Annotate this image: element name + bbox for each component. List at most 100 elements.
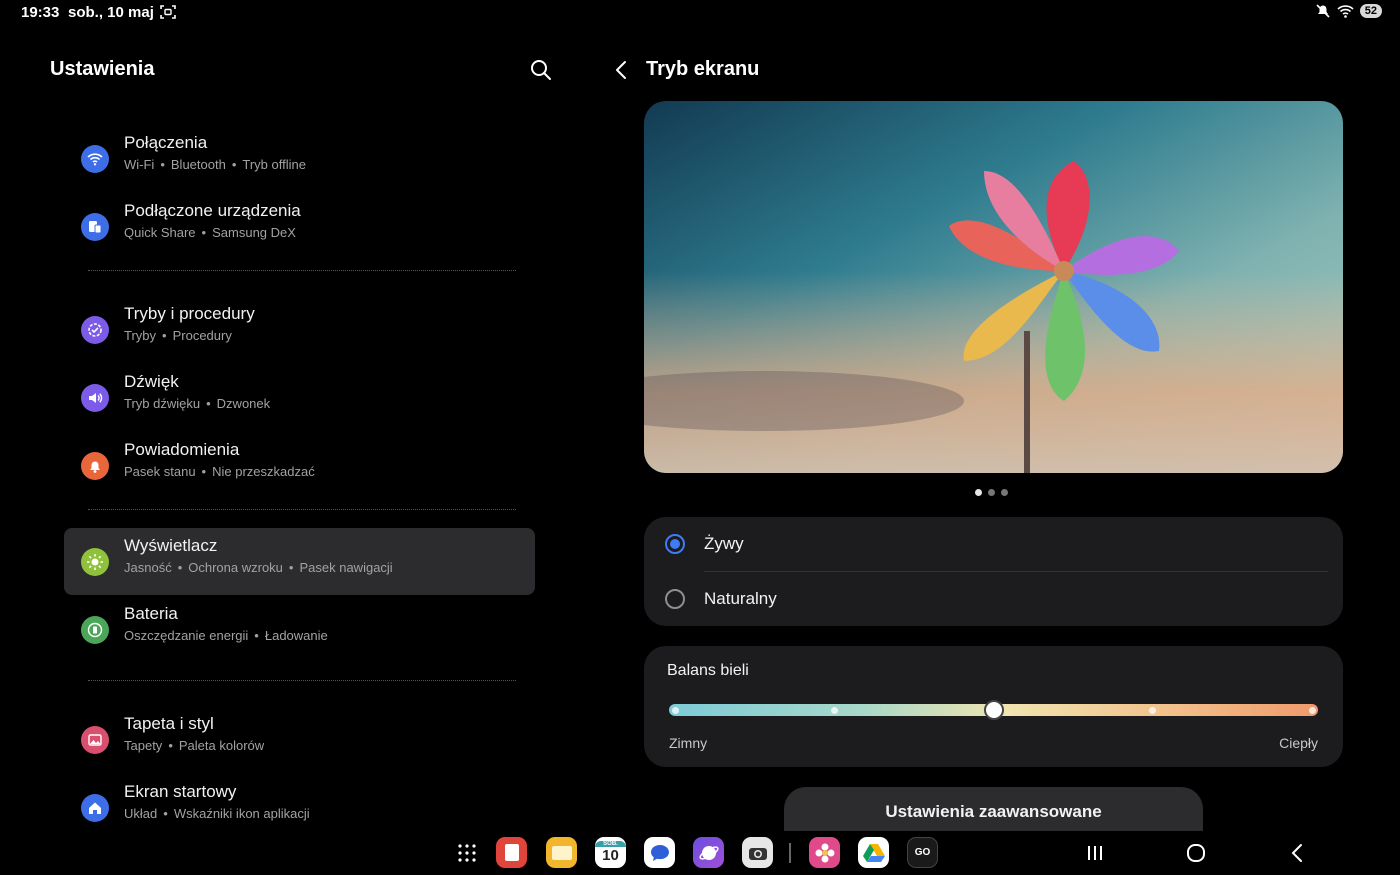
wifi-status-icon [1337,5,1354,18]
item-subtitle-part: Ochrona wzroku [188,560,283,575]
settings-item-sound[interactable]: Dźwięk Tryb dźwięku • Dzwonek [64,364,535,431]
item-title: Tryby i procedury [124,304,255,323]
bell-icon [81,452,109,480]
mode-option-vivid[interactable]: Żywy [664,517,1328,571]
item-subtitle: Oszczędzanie energii • Ładowanie [124,628,328,643]
back-icon[interactable] [610,58,634,82]
calendar-icon[interactable]: SOB. 10 [595,837,626,868]
item-subtitle-part: Tryb offline [242,157,306,172]
item-subtitle: Tryb dźwięku • Dzwonek [124,396,270,411]
battery-badge: 52 [1359,4,1382,18]
settings-item-sun[interactable]: Wyświetlacz Jasność • Ochrona wzroku • Pasek … [64,528,535,595]
advanced-settings-button[interactable]: Ustawienia zaawansowane [784,787,1203,831]
pager-dot[interactable] [975,489,982,496]
item-subtitle-part: Tapety [124,738,163,753]
taskbar-separator [789,843,791,863]
page-title: Tryb ekranu [646,58,760,80]
settings-item-bell[interactable]: Powiadomienia Pasek stanu • Nie przeszkadza… [64,432,535,499]
pager-dot[interactable] [988,489,995,496]
item-title: Tapeta i styl [124,714,214,733]
settings-title: Ustawienia [50,58,155,80]
item-subtitle-part: Quick Share [124,225,196,240]
recent-apps-icon[interactable] [1083,841,1107,865]
item-subtitle: Wi-Fi • Bluetooth • Tryb offline [124,157,306,172]
white-balance-card: Balans bieli Zimny Ciepły [644,646,1343,767]
item-subtitle: Tapety • Paleta kolorów [124,738,264,753]
item-subtitle-part: Oszczędzanie energii [124,628,249,643]
item-subtitle-part: Tryby [124,328,157,343]
separator-dot: • [163,806,168,821]
divider [88,509,516,510]
divider [88,270,516,271]
settings-item-wallpaper[interactable]: Tapeta i styl Tapety • Paleta kolorów [64,706,535,773]
separator-dot: • [231,157,237,172]
item-title: Bateria [124,604,178,623]
slider-thumb[interactable] [983,700,1004,720]
drive-icon[interactable] [858,837,889,868]
item-title: Połączenia [124,133,208,152]
camera-icon[interactable] [742,837,773,868]
messages-icon[interactable] [644,837,675,868]
preview-image[interactable] [644,101,1343,473]
radio-button[interactable] [665,589,685,609]
settings-item-battery[interactable]: Bateria Oszczędzanie energii • Ładowanie [64,596,535,663]
settings-item-devices[interactable]: Podłączone urządzenia Quick Share • Samsung… [64,193,535,260]
separator-dot: • [201,464,207,479]
tvp-go-icon[interactable]: GO [907,837,938,868]
screen-mode-card: Żywy Naturalny [644,517,1343,626]
item-subtitle-part: Pasek nawigacji [299,560,393,575]
slider-step-mark [671,707,679,714]
separator-dot: • [160,157,165,172]
pinwheel-image [644,101,1343,473]
item-subtitle: Pasek stanu • Nie przeszkadzać [124,464,315,479]
separator-dot: • [162,328,167,343]
modes-icon [81,316,109,344]
divider [88,680,516,681]
home-button-icon[interactable] [1184,841,1208,865]
slider-min-label: Zimny [669,735,708,751]
item-subtitle-part: Wi-Fi [124,157,155,172]
mute-icon [1316,4,1330,18]
slider-max-label: Ciepły [1279,735,1318,751]
item-subtitle-part: Jasność [124,560,172,575]
devices-icon [81,213,109,241]
gallery-icon[interactable] [809,837,840,868]
separator-dot: • [288,560,294,575]
mode-option-natural[interactable]: Naturalny [664,572,1328,626]
item-subtitle: Quick Share • Samsung DeX [124,225,296,240]
notes-icon[interactable] [496,837,527,868]
item-title: Wyświetlacz [124,536,218,555]
item-subtitle-part: Wskaźniki ikon aplikacji [173,806,310,821]
item-subtitle-part: Ładowanie [264,628,328,643]
settings-item-wifi[interactable]: Połączenia Wi-Fi • Bluetooth • Tryb offline [64,125,535,192]
item-title: Dźwięk [124,372,179,391]
item-subtitle-part: Bluetooth [170,157,226,172]
item-subtitle-part: Samsung DeX [212,225,296,240]
separator-dot: • [254,628,259,643]
battery-icon [81,616,109,644]
item-subtitle-part: Układ [124,806,158,821]
item-subtitle: Jasność • Ochrona wzroku • Pasek nawigacji [124,560,393,575]
item-subtitle: Tryby • Procedury [124,328,232,343]
pager-dot[interactable] [1001,489,1008,496]
item-subtitle: Układ • Wskaźniki ikon aplikacji [124,806,310,821]
preview-pager[interactable] [975,489,1008,496]
search-icon[interactable] [529,58,553,82]
apps-grid-icon[interactable] [451,837,482,868]
item-subtitle-part: Procedury [172,328,232,343]
settings-item-modes[interactable]: Tryby i procedury Tryby • Procedury [64,296,535,363]
slider-step-mark [830,707,838,714]
item-title: Ekran startowy [124,782,237,801]
back-nav-icon[interactable] [1286,841,1310,865]
files-icon[interactable] [546,837,577,868]
mode-label: Naturalny [704,589,777,608]
item-title: Podłączone urządzenia [124,201,301,220]
item-title: Powiadomienia [124,440,240,459]
slider-step-mark [1308,707,1316,714]
white-balance-title: Balans bieli [667,662,749,679]
internet-icon[interactable] [693,837,724,868]
separator-dot: • [168,738,173,753]
item-subtitle-part: Paleta kolorów [178,738,265,753]
radio-button[interactable] [665,534,685,554]
separator-dot: • [177,560,183,575]
